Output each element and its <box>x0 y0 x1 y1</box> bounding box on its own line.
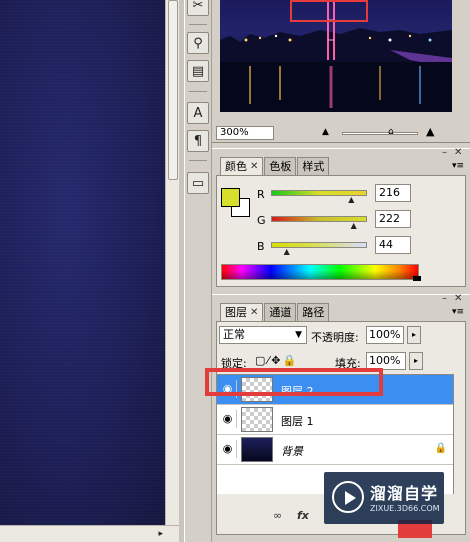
minimize-icon[interactable]: – <box>442 147 447 158</box>
tab-label: 样式 <box>302 159 325 173</box>
layer-thumbnail <box>241 437 273 462</box>
panel-titlebar[interactable]: – ✕ <box>212 293 470 304</box>
tab-color[interactable]: 颜色 ✕ <box>220 157 264 175</box>
color-panel-body: R ▲ 216 G ▲ 222 B ▲ 44 <box>216 175 466 287</box>
play-logo-icon <box>332 481 364 513</box>
tab-label: 颜色 <box>225 159 247 173</box>
watermark-url: ZIXUE.3D66.COM <box>370 504 440 513</box>
layers-panel-tabs: 图层 ✕ 通道 路径 <box>220 303 330 321</box>
slider-knob-icon[interactable]: ▲ <box>351 221 357 230</box>
color-panel-tabs: 颜色 ✕ 色板 样式 <box>220 157 330 175</box>
opacity-slider-button[interactable]: ▸ <box>407 326 421 344</box>
document-canvas[interactable] <box>0 0 165 525</box>
photoshop-workspace: ▸ ✂ ⚲ ▤ A ¶ ▭ 300% ▲ ⌂ ▲ – ✕ 颜色 ✕ 色板 样式 … <box>0 0 470 542</box>
slider-knob-icon[interactable]: ▲ <box>348 195 354 204</box>
slider-knob-icon[interactable]: ▲ <box>284 247 290 256</box>
canvas-vertical-scrollbar[interactable] <box>165 0 179 525</box>
character-icon[interactable]: A <box>187 102 209 124</box>
blend-mode-value: 正常 <box>223 328 245 341</box>
close-icon[interactable]: ✕ <box>454 147 462 158</box>
fx-icon[interactable]: fx <box>297 509 309 522</box>
layer-name[interactable]: 图层 1 <box>281 413 314 429</box>
channel-label: R <box>257 188 265 201</box>
layers-scrollbar[interactable] <box>453 374 465 494</box>
channel-row-r: R ▲ 216 <box>257 184 457 204</box>
right-panel-dock: 300% ▲ ⌂ ▲ – ✕ 颜色 ✕ 色板 样式 ▾≡ R ▲ 216 G ▲… <box>212 0 470 542</box>
close-icon[interactable]: ✕ <box>250 305 258 321</box>
opacity-input[interactable]: 100% <box>366 326 404 344</box>
layer-name[interactable]: 背景 <box>281 443 303 459</box>
brushes-icon[interactable]: ⚲ <box>187 32 209 54</box>
channel-value-g[interactable]: 222 <box>375 210 411 228</box>
channel-row-b: B ▲ 44 <box>257 236 457 256</box>
visibility-eye-icon[interactable]: ◉ <box>219 440 237 458</box>
divider <box>189 91 207 92</box>
zoom-input[interactable]: 300% <box>216 126 274 140</box>
tab-styles[interactable]: 样式 <box>297 157 330 175</box>
tab-channels[interactable]: 通道 <box>264 303 297 321</box>
zoom-in-icon[interactable]: ▲ <box>426 125 434 138</box>
tool-preset-icon[interactable]: ✂ <box>187 0 209 16</box>
watermark-logo: 溜溜自学 ZIXUE.3D66.COM <box>324 472 444 524</box>
blend-mode-select[interactable]: 正常 ▼ <box>219 326 307 344</box>
layer-thumbnail <box>241 407 273 432</box>
layer-row[interactable]: ◉ 图层 1 <box>217 405 453 435</box>
clone-source-icon[interactable]: ▤ <box>187 60 209 82</box>
zoom-slider-knob-icon[interactable]: ⌂ <box>388 127 394 137</box>
lock-options-icon[interactable]: ▢⁄✥🔒 <box>255 354 298 367</box>
collapsed-tool-strip: ✂ ⚲ ▤ A ¶ ▭ <box>184 0 212 542</box>
tab-label: 通道 <box>269 305 292 319</box>
info-panel-icon[interactable]: ▭ <box>187 172 209 194</box>
scroll-right-arrow-icon[interactable]: ▸ <box>158 529 163 539</box>
tab-label: 色板 <box>269 159 292 173</box>
highlight-annotation <box>205 368 383 396</box>
scroll-thumb[interactable] <box>168 0 178 180</box>
tab-swatches[interactable]: 色板 <box>264 157 297 175</box>
color-spectrum-ramp[interactable] <box>221 264 419 280</box>
color-panel: – ✕ 颜色 ✕ 色板 样式 ▾≡ R ▲ 216 G ▲ 222 B ▲ 44 <box>212 147 470 290</box>
channel-label: B <box>257 240 265 253</box>
paragraph-icon[interactable]: ¶ <box>187 130 209 152</box>
foreground-color-swatch[interactable] <box>221 188 240 207</box>
link-icon[interactable]: ∞ <box>273 509 282 522</box>
tab-layers[interactable]: 图层 ✕ <box>220 303 264 321</box>
watermark-title: 溜溜自学 <box>370 484 439 503</box>
channel-value-r[interactable]: 216 <box>375 184 411 202</box>
black-white-swatch[interactable] <box>413 276 421 281</box>
canvas-horizontal-scrollbar[interactable]: ▸ <box>0 525 179 542</box>
panel-menu-icon[interactable]: ▾≡ <box>452 161 464 171</box>
channel-value-b[interactable]: 44 <box>375 236 411 254</box>
opacity-label: 不透明度: <box>311 331 359 344</box>
divider <box>189 24 207 25</box>
divider <box>189 160 207 161</box>
panel-titlebar[interactable]: – ✕ <box>212 147 470 158</box>
lock-icon: 🔒 <box>434 443 447 454</box>
navigator-panel: 300% ▲ ⌂ ▲ <box>212 0 470 143</box>
panel-menu-icon[interactable]: ▾≡ <box>452 307 464 317</box>
minimize-icon[interactable]: – <box>442 293 447 304</box>
fill-slider-button[interactable]: ▸ <box>409 352 423 370</box>
tab-label: 路径 <box>302 305 325 319</box>
visibility-eye-icon[interactable]: ◉ <box>219 410 237 428</box>
channel-label: G <box>257 214 266 227</box>
close-icon[interactable]: ✕ <box>454 293 462 304</box>
zoom-out-icon[interactable]: ▲ <box>322 127 329 137</box>
channel-row-g: G ▲ 222 <box>257 210 457 230</box>
layer-row[interactable]: ◉ 背景 🔒 <box>217 435 453 465</box>
navigator-view-box[interactable] <box>290 0 368 22</box>
close-icon[interactable]: ✕ <box>250 159 258 175</box>
chevron-down-icon: ▼ <box>295 330 302 340</box>
tab-label: 图层 <box>225 305 247 319</box>
zoom-slider[interactable] <box>342 132 418 135</box>
navigator-preview[interactable] <box>220 0 452 112</box>
tab-paths[interactable]: 路径 <box>297 303 330 321</box>
